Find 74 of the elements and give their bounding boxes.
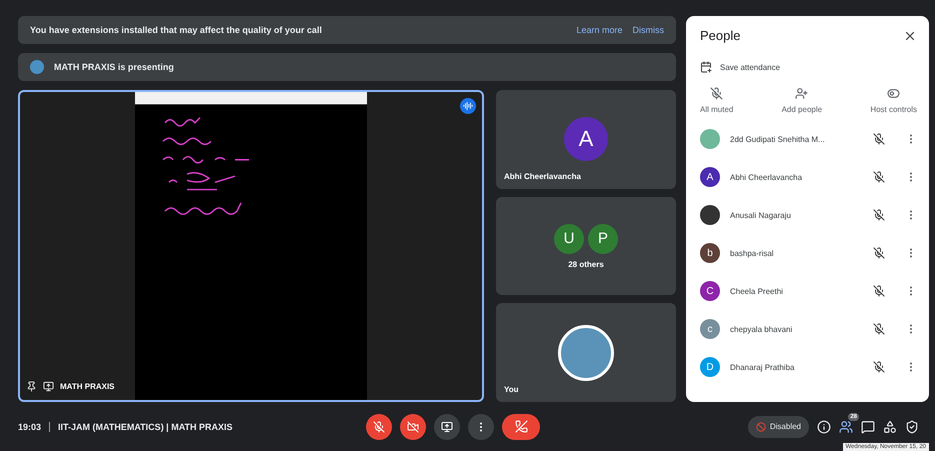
participant-row[interactable]: A Abhi Cheerlavancha: [700, 158, 917, 196]
people-button[interactable]: [839, 420, 853, 434]
presenter-name: MATH PRAXIS: [60, 382, 115, 391]
save-attendance-link[interactable]: Save attendance: [720, 62, 780, 72]
participant-name: Abhi Cheerlavancha: [730, 172, 804, 182]
participant-row[interactable]: D Dhanaraj Prathiba: [700, 348, 917, 386]
participant-name: chepyala bhavani: [730, 324, 794, 334]
mic-off-icon: [710, 87, 724, 100]
participant-row[interactable]: Anusali Nagaraju: [700, 196, 917, 234]
captions-button[interactable]: Disabled: [748, 416, 809, 438]
audio-icon: [463, 101, 473, 111]
mic-off-icon: [873, 247, 885, 259]
participant-avatar: D: [700, 357, 720, 377]
info-icon: [817, 420, 831, 434]
add-person-icon: [795, 87, 808, 100]
participant-name: Dhanaraj Prathiba: [730, 362, 796, 372]
toggle-icon: [887, 87, 900, 100]
participant-row[interactable]: c chepyala bhavani: [700, 310, 917, 348]
phone-icon: [514, 420, 528, 433]
participant-row[interactable]: b bashpa-risal: [700, 234, 917, 272]
presenter-avatar: [30, 60, 44, 74]
host-controls-button[interactable]: [905, 420, 919, 434]
camera-button[interactable]: [400, 414, 426, 440]
participant-name: Cheela Preethi: [730, 286, 784, 296]
participant-name: 2dd Gudipati Snehitha M...: [730, 134, 826, 144]
screen-share-icon: [441, 420, 454, 432]
mic-off-icon: [873, 133, 885, 145]
chat-icon: [861, 420, 875, 434]
mic-off-icon: [873, 171, 885, 183]
shapes-icon: [883, 420, 897, 434]
info-button[interactable]: [817, 420, 831, 434]
participant-avatar: A: [564, 117, 608, 162]
participant-name: You: [504, 385, 519, 394]
participant-name: bashpa-risal: [730, 248, 775, 258]
calendar-icon: [700, 61, 712, 73]
screen-icon: [43, 381, 54, 392]
participant-name: Anusali Nagaraju: [730, 210, 792, 220]
participant-avatar: A: [700, 167, 720, 187]
chat-button[interactable]: [861, 420, 875, 434]
meeting-time: 19:03: [18, 422, 42, 432]
participant-avatar: U: [554, 224, 584, 254]
participant-row[interactable]: C Cheela Preethi: [700, 272, 917, 310]
participant-avatar: b: [700, 243, 720, 263]
shield-icon: [905, 420, 919, 434]
fullscreen-button[interactable]: [43, 381, 54, 392]
banner-text: You have extensions installed that may affect the quality of your call: [30, 25, 322, 35]
participant-avatar: C: [700, 281, 720, 301]
participant-name: Abhi Cheerlavancha: [504, 172, 581, 181]
participant-row[interactable]: 2dd Gudipati Snehitha M...: [700, 120, 917, 158]
mic-off-icon: [873, 285, 885, 297]
panel-action-button[interactable]: Host controls: [870, 87, 917, 114]
panel-action-button[interactable]: Add people: [782, 87, 822, 114]
pin-button[interactable]: [26, 381, 37, 392]
panel-action-button[interactable]: All muted: [700, 87, 734, 114]
mic-off-icon: [873, 323, 885, 335]
microphone-button[interactable]: [366, 414, 392, 440]
camera-off-icon: [407, 420, 420, 432]
others-count: 28 others: [568, 260, 604, 268]
presenting-text: MATH PRAXIS is presenting: [54, 62, 174, 72]
people-icon: [839, 420, 853, 434]
present-button[interactable]: [434, 414, 460, 440]
banner-link[interactable]: Learn more: [576, 25, 622, 35]
meeting-title: IIT-JAM (MATHEMATICS) | MATH PRAXIS: [58, 422, 234, 432]
banner-link[interactable]: Dismiss: [632, 25, 664, 35]
pin-icon: [26, 381, 37, 392]
disabled-icon: [756, 422, 766, 432]
mic-off-icon: [873, 361, 885, 373]
activities-button[interactable]: [883, 420, 897, 434]
participant-avatar: P: [588, 224, 618, 254]
mic-off-icon: [873, 209, 885, 221]
panel-title: People: [700, 28, 740, 43]
hang-up-button[interactable]: [502, 414, 540, 440]
mic-off-icon: [373, 420, 386, 432]
participant-avatar: c: [700, 319, 720, 339]
